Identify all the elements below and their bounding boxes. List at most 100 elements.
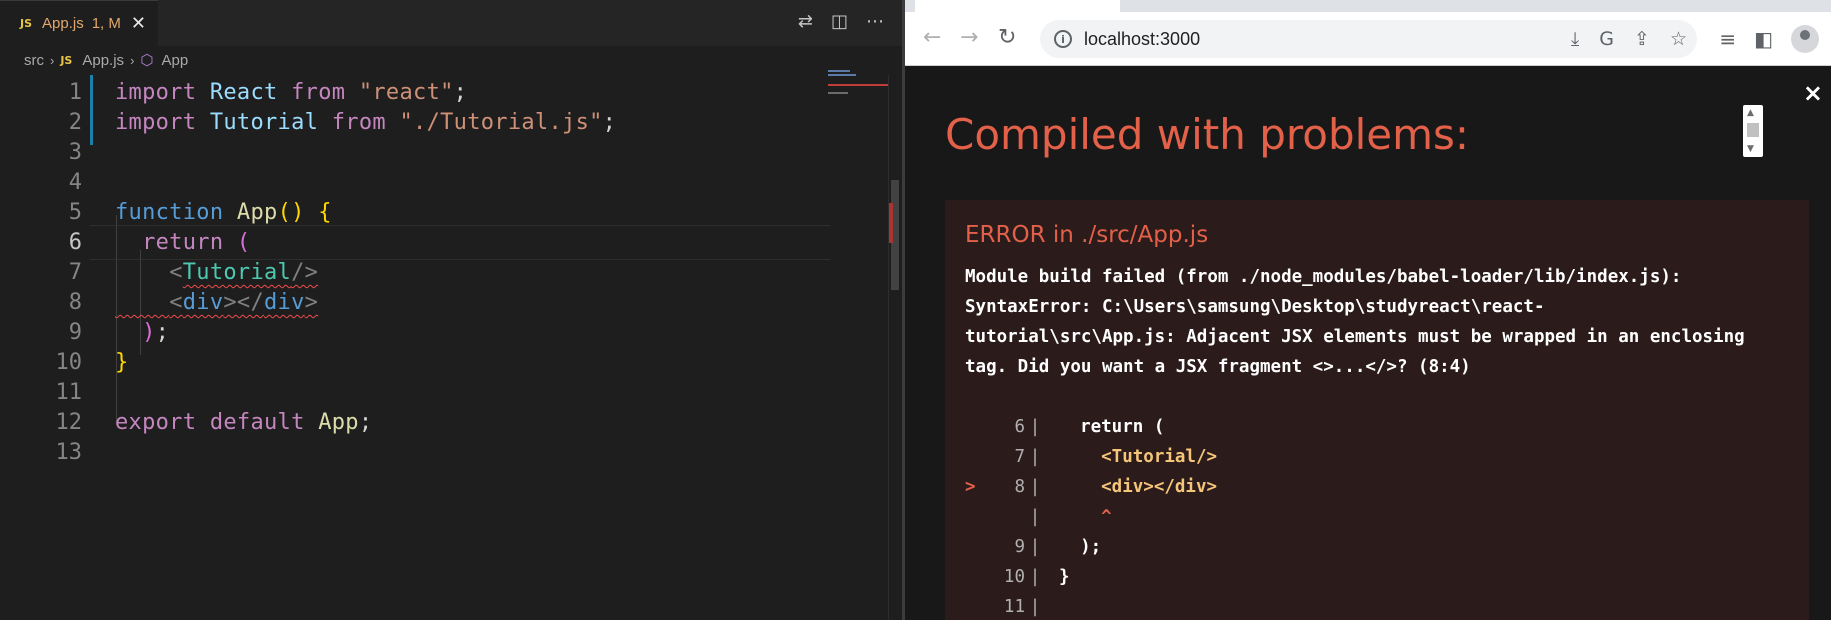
error-marker	[965, 502, 985, 532]
frame-separator: |	[1029, 417, 1041, 437]
error-overview-mark	[889, 203, 893, 243]
line-number: 5	[68, 200, 82, 225]
translate-icon[interactable]: G	[1599, 29, 1614, 49]
tab-app-js[interactable]: JS App.js 1, M ✕	[0, 0, 158, 46]
frame-line-number: 7	[1014, 447, 1025, 467]
minimap-line	[828, 74, 856, 76]
frame-line-number: 8	[1014, 477, 1025, 497]
code-frame-line: | ^	[965, 502, 1789, 532]
line-number: 3	[68, 140, 82, 165]
tab-strip	[905, 0, 1831, 12]
minimap[interactable]	[828, 70, 888, 110]
line-number: 8	[68, 290, 82, 315]
breadcrumb-folder[interactable]: src	[24, 52, 44, 69]
javascript-icon: JS	[20, 17, 33, 30]
code-frame-line: 6 | return (	[965, 412, 1789, 442]
line-number: 10	[55, 350, 83, 375]
scrollbar-thumb[interactable]	[1747, 123, 1759, 137]
site-info-icon[interactable]: i	[1054, 30, 1072, 48]
split-editor-icon[interactable]: ◫	[831, 12, 848, 32]
error-marker	[965, 442, 985, 472]
error-marker	[965, 562, 985, 592]
browser-window: ← → ↻ i localhost:3000 ⤓ G ⇪ ☆ ≡ ◧ × Com…	[905, 0, 1831, 620]
code-text: <div></div>	[169, 290, 319, 315]
frame-line-number: 9	[1014, 537, 1025, 557]
error-marker	[965, 412, 985, 442]
frame-code: <Tutorial/>	[1059, 447, 1218, 467]
code-frame-line: 11 |	[965, 592, 1789, 620]
code-text: import Tutorial from "./Tutorial.js";	[115, 110, 617, 135]
frame-separator: |	[1029, 597, 1041, 617]
frame-code: );	[1059, 537, 1102, 557]
frame-code: return (	[1059, 417, 1165, 437]
omnibox-actions: ⤓ G ⇪ ☆	[1571, 29, 1687, 49]
side-panel-icon[interactable]: ◧	[1754, 28, 1773, 50]
breadcrumb-symbol[interactable]: App	[162, 52, 189, 69]
line-number: 9	[68, 320, 82, 345]
chevron-right-icon: ›	[130, 52, 135, 68]
code-text: <Tutorial/>	[169, 260, 319, 285]
frame-line-number: 6	[1014, 417, 1025, 437]
code-text: );	[142, 320, 170, 345]
browser-tab[interactable]	[915, 0, 1120, 12]
code-text: import React from "react";	[115, 80, 468, 105]
minimap-line	[828, 92, 848, 94]
tab-title: App.js	[42, 15, 84, 32]
code-text: return (	[142, 230, 251, 255]
more-actions-icon[interactable]: ⋯	[866, 12, 884, 32]
error-message: Module build failed (from ./node_modules…	[965, 267, 1745, 377]
code-frame-line: 10 |}	[965, 562, 1789, 592]
vscode-window: JS App.js 1, M ✕ ⇄ ◫ ⋯ src › JS App.js ›…	[0, 0, 905, 620]
code-line[interactable]: 13	[0, 435, 830, 470]
overlay-scrollbar[interactable]: ▲ ▼	[1743, 105, 1763, 157]
code-frame-line: 7 | <Tutorial/>	[965, 442, 1789, 472]
frame-code: }	[1059, 567, 1070, 587]
breadcrumb: src › JS App.js › ⬡ App	[24, 48, 188, 72]
profile-avatar[interactable]	[1791, 25, 1819, 53]
scroll-up-icon[interactable]: ▲	[1747, 108, 1754, 118]
error-box: ERROR in ./src/App.js Module build faile…	[945, 200, 1809, 620]
line-number: 1	[68, 80, 82, 105]
code-text: }	[115, 350, 129, 375]
close-icon[interactable]: ✕	[131, 14, 146, 33]
javascript-icon: JS	[60, 53, 73, 67]
frame-separator: |	[1029, 447, 1041, 467]
code-editor[interactable]: 1 import React from "react"; 2 import Tutor…	[0, 75, 885, 620]
line-number: 7	[68, 260, 82, 285]
frame-code	[1045, 592, 1059, 620]
frame-line-number	[985, 502, 1025, 532]
forward-icon[interactable]: →	[960, 27, 978, 49]
frame-line-number: 11	[1003, 597, 1025, 617]
line-number: 11	[55, 380, 83, 405]
frame-separator: |	[1029, 567, 1041, 587]
install-app-icon[interactable]: ⤓	[1571, 29, 1579, 49]
toolbar-actions: ≡ ◧	[1719, 25, 1819, 53]
frame-separator: |	[1029, 507, 1041, 527]
editor-actions: ⇄ ◫ ⋯	[798, 12, 884, 32]
code-frame: 6 | return (7 | <Tutorial/> >8 | <div></div>…	[965, 412, 1789, 620]
address-bar[interactable]: i localhost:3000 ⤓ G ⇪ ☆	[1040, 20, 1697, 58]
reload-icon[interactable]: ↻	[998, 27, 1016, 49]
browser-toolbar: ← → ↻ i localhost:3000 ⤓ G ⇪ ☆ ≡ ◧	[905, 12, 1831, 66]
line-number: 6	[68, 230, 82, 255]
frame-line-number: 10	[1003, 567, 1025, 587]
frame-separator: |	[1029, 477, 1041, 497]
line-number: 13	[55, 440, 83, 465]
tab-status-badge: 1, M	[91, 15, 121, 32]
code-frame-line: 9 | );	[965, 532, 1789, 562]
close-icon[interactable]: ×	[1803, 81, 1823, 105]
editor-scrollbar[interactable]	[888, 75, 902, 620]
error-marker	[965, 532, 985, 562]
back-icon[interactable]: ←	[923, 27, 941, 49]
share-icon[interactable]: ⇪	[1634, 29, 1650, 49]
frame-code: ^	[1059, 507, 1112, 527]
breadcrumb-file[interactable]: App.js	[82, 52, 124, 69]
bookmark-star-icon[interactable]: ☆	[1670, 29, 1687, 49]
url-text[interactable]: localhost:3000	[1084, 29, 1200, 50]
open-changes-icon[interactable]: ⇄	[798, 12, 813, 32]
reading-list-icon[interactable]: ≡	[1719, 28, 1736, 50]
scroll-down-icon[interactable]: ▼	[1747, 144, 1754, 154]
code-text: function App() {	[115, 200, 332, 225]
line-number: 12	[55, 410, 83, 435]
editor-tab-bar: JS App.js 1, M ✕ ⇄ ◫ ⋯	[0, 0, 904, 46]
